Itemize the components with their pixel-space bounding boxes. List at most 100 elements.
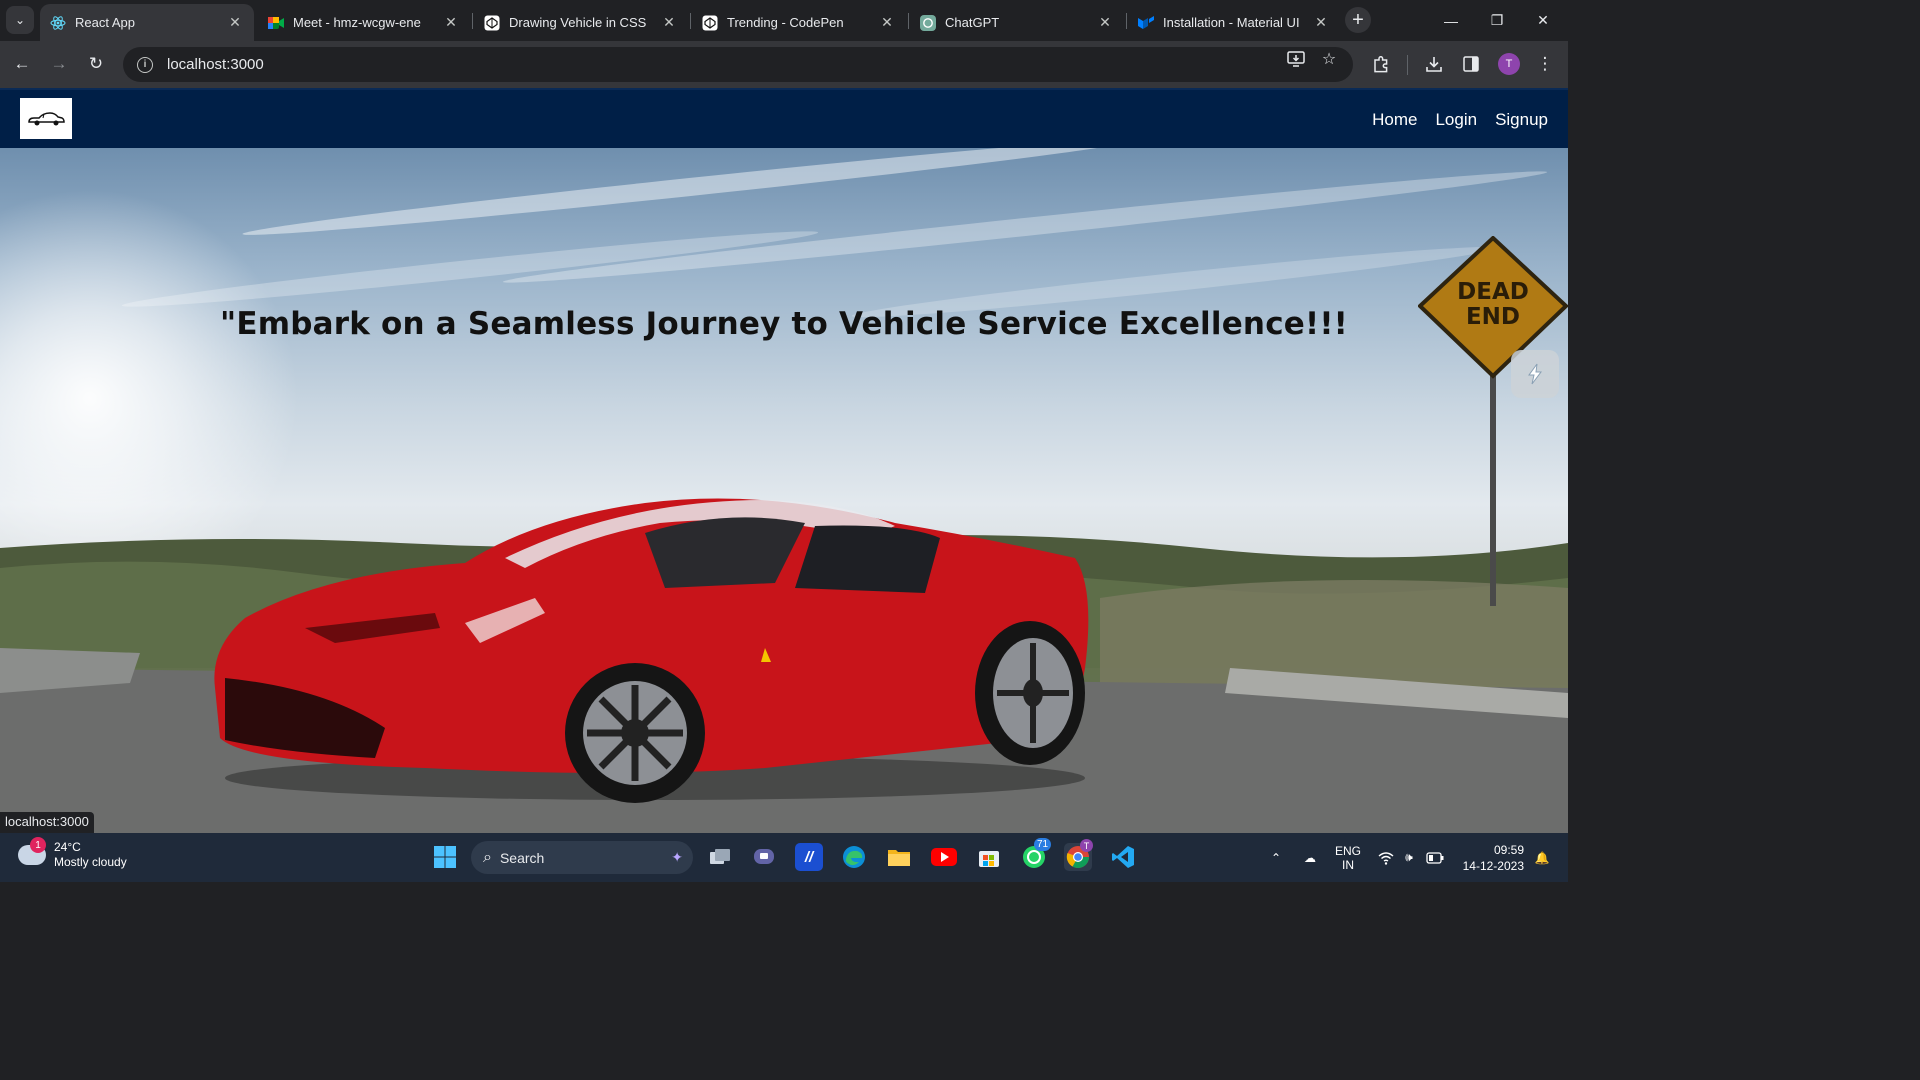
arrow-left-icon: ← [13, 54, 31, 73]
side-panel-icon[interactable] [1457, 50, 1485, 78]
tab-material-ui[interactable]: Installation - Material UI ✕ [1128, 4, 1340, 41]
profile-avatar[interactable]: T [1498, 53, 1520, 75]
wifi-icon[interactable] [1376, 833, 1396, 882]
tab-chatgpt[interactable]: ChatGPT ✕ [910, 4, 1124, 41]
microsoft-store-icon[interactable] [975, 843, 1003, 871]
browser-toolbar: ← → ↻ i localhost:3000 ☆ T ⋮ [0, 41, 1568, 88]
forward-button[interactable]: → [45, 50, 73, 78]
chevron-up-icon[interactable]: ⌃ [1266, 833, 1286, 882]
restore-button[interactable]: ❐ [1474, 0, 1520, 41]
page-viewport: Home Login Signup DEAD END "Embark on a … [0, 88, 1568, 833]
task-view-icon[interactable] [706, 843, 734, 871]
notification-bell-icon[interactable]: 🔔 [1532, 833, 1552, 882]
close-icon[interactable]: ✕ [1312, 14, 1330, 32]
reload-icon: ↻ [88, 54, 104, 73]
language-line2: IN [1342, 857, 1354, 872]
close-icon: ✕ [1537, 12, 1549, 28]
close-window-button[interactable]: ✕ [1520, 0, 1566, 41]
back-button[interactable]: ← [8, 50, 36, 78]
taskbar-search[interactable]: ⌕ Search ✦ [471, 841, 693, 874]
weather-badge: 1 [30, 837, 46, 853]
lightning-icon [1528, 363, 1542, 385]
whatsapp-icon[interactable]: 71 [1020, 838, 1052, 871]
cloud-icon: 1 [18, 837, 46, 865]
reload-button[interactable]: ↻ [82, 50, 110, 78]
file-explorer-icon[interactable] [885, 843, 913, 871]
info-icon[interactable]: i [137, 56, 153, 73]
tab-drawing-vehicle[interactable]: Drawing Vehicle in CSS ✕ [474, 4, 688, 41]
tab-separator [1126, 13, 1127, 29]
chrome-icon[interactable]: T [1064, 839, 1093, 871]
tab-meet[interactable]: Meet - hmz-wcgw-ene ✕ [258, 4, 470, 41]
language-line1: ENG [1334, 843, 1361, 858]
tab-react-app[interactable]: React App ✕ [40, 4, 254, 41]
date-text: 14-12-2023 [1462, 859, 1524, 873]
tab-search-button[interactable]: ⌄ [6, 6, 34, 34]
tab-title: Meet - hmz-wcgw-ene [293, 15, 421, 30]
youtube-icon[interactable] [930, 843, 958, 871]
weather-condition-text: Mostly cloudy [54, 855, 127, 869]
address-bar[interactable]: i localhost:3000 [123, 47, 1353, 82]
chevron-down-icon: ⌄ [14, 13, 26, 27]
search-highlight-icon: ✦ [671, 849, 683, 865]
sign-text-line1: DEAD [1457, 279, 1529, 305]
chatgpt-icon [920, 14, 936, 31]
tab-separator [690, 13, 691, 29]
close-icon[interactable]: ✕ [660, 14, 678, 32]
battery-icon[interactable] [1424, 833, 1446, 882]
tab-title: Drawing Vehicle in CSS [509, 15, 647, 30]
codepen-icon [484, 15, 500, 31]
windows-start-icon[interactable] [431, 843, 459, 871]
close-icon[interactable]: ✕ [1096, 14, 1114, 32]
plus-icon: + [1352, 8, 1364, 31]
taskbar: 1 24°C Mostly cloudy ⌕ Search ✦ // 71 T [0, 833, 1568, 882]
link-status-bubble: localhost:3000 [0, 812, 94, 833]
close-icon[interactable]: ✕ [226, 14, 244, 32]
nav-home-link[interactable]: Home [1372, 110, 1417, 130]
tab-title: React App [75, 15, 135, 30]
nav-links: Home Login Signup [1372, 90, 1548, 150]
tab-title: ChatGPT [945, 15, 1000, 30]
tab-separator [472, 13, 473, 29]
app-navbar: Home Login Signup [0, 88, 1568, 148]
tab-strip: ⌄ React App ✕ Meet - hmz-wcgw-ene ✕ Draw… [0, 0, 1568, 41]
teams-chat-icon[interactable] [750, 843, 778, 871]
nav-signup-link[interactable]: Signup [1495, 110, 1548, 130]
tab-title: Trending - CodePen [727, 15, 844, 30]
onedrive-icon[interactable]: ☁ [1298, 833, 1322, 882]
hero-section: DEAD END "Embark on a Seamless Journey t… [0, 148, 1568, 833]
downloads-icon[interactable] [1420, 50, 1448, 78]
volume-icon[interactable]: 🕪 [1399, 833, 1419, 882]
tab-trending-codepen[interactable]: Trending - CodePen ✕ [692, 4, 906, 41]
toolbar-divider [1407, 55, 1408, 75]
language-indicator[interactable]: ENG IN [1330, 833, 1366, 882]
search-icon: ⌕ [483, 848, 492, 866]
extensions-icon[interactable] [1367, 50, 1395, 78]
minimize-icon: — [1444, 12, 1458, 29]
bookmark-star-icon[interactable]: ☆ [1319, 49, 1339, 69]
tab-title: Installation - Material UI [1163, 15, 1300, 30]
edge-icon[interactable] [840, 843, 868, 871]
google-meet-icon [268, 15, 284, 31]
weather-widget[interactable]: 1 24°C Mostly cloudy [18, 837, 127, 870]
floating-extension-button[interactable] [1511, 350, 1559, 398]
vscode-icon[interactable] [1109, 843, 1137, 871]
minimize-button[interactable]: — [1428, 0, 1474, 41]
new-tab-button[interactable]: + [1345, 7, 1371, 33]
nav-login-link[interactable]: Login [1435, 110, 1477, 130]
hero-title: "Embark on a Seamless Journey to Vehicle… [219, 306, 1349, 342]
arrow-right-icon: → [50, 54, 68, 73]
clock[interactable]: 09:59 14-12-2023 [1463, 842, 1524, 874]
codepen-icon [702, 15, 718, 31]
close-icon[interactable]: ✕ [878, 14, 896, 32]
dead-end-sign: DEAD END [1418, 236, 1568, 606]
install-app-icon[interactable] [1286, 49, 1306, 69]
tab-separator [908, 13, 909, 29]
app-icon-blue[interactable]: // [795, 843, 823, 871]
close-icon[interactable]: ✕ [442, 14, 460, 32]
menu-kebab-icon[interactable]: ⋮ [1531, 50, 1559, 78]
car-logo-icon[interactable] [20, 98, 72, 139]
chrome-profile-badge: T [1080, 839, 1093, 852]
search-label: Search [499, 849, 545, 866]
material-ui-icon [1138, 15, 1154, 31]
